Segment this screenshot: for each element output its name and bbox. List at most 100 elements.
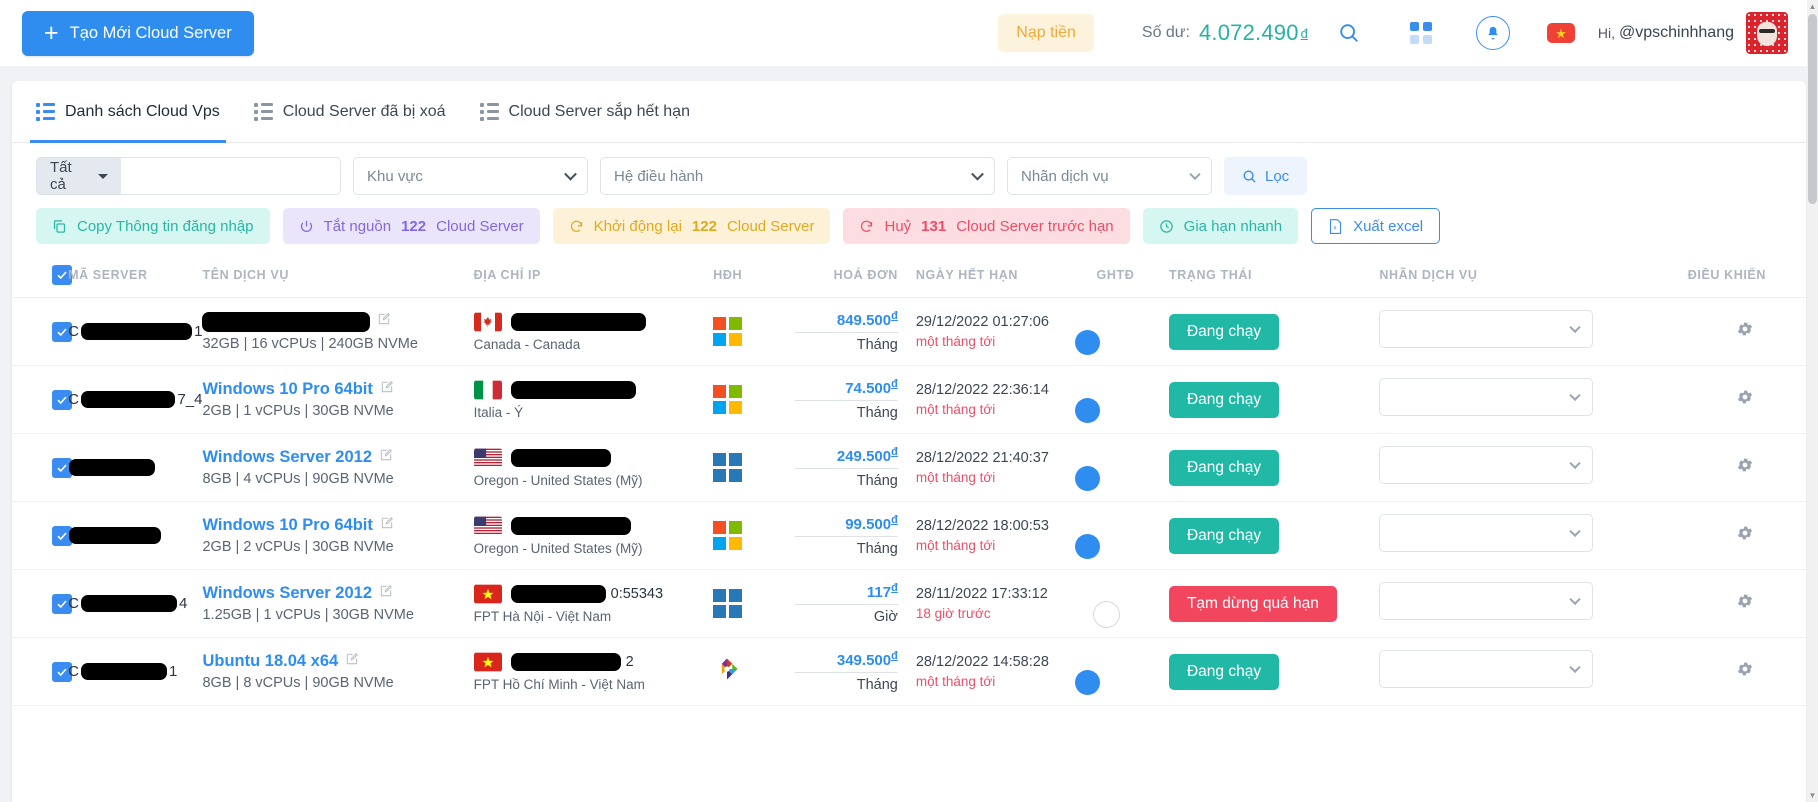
restart-button[interactable]: Khởi động lại 122 Cloud Server	[552, 208, 831, 244]
ip-location: Italia - Ý	[473, 404, 524, 420]
row-service-tag-select[interactable]	[1379, 446, 1594, 484]
row-service-tag-select[interactable]	[1379, 378, 1594, 416]
search-input[interactable]	[121, 158, 340, 194]
service-name-cell: Windows Server 2012 8GB | 4 vCPUs | 90GB …	[202, 433, 474, 502]
status-badge[interactable]: Đang chạy	[1168, 653, 1280, 690]
gear-icon[interactable]	[1736, 592, 1754, 615]
edit-service-name-icon[interactable]	[345, 652, 359, 671]
invoice-period: Tháng	[856, 337, 898, 353]
action-label: Gia hạn nhanh	[1183, 217, 1283, 235]
invoice-price[interactable]: 849.500đ	[795, 310, 898, 333]
invoice-price[interactable]: 74.500đ	[795, 378, 898, 401]
status-badge[interactable]: Tạm dừng quá hạn	[1168, 585, 1337, 622]
filter-button[interactable]: Lọc	[1224, 157, 1308, 195]
quick-renew-button[interactable]: Gia hạn nhanh	[1142, 208, 1299, 244]
server-code-suffix: 4	[178, 595, 188, 612]
invoice-cell: 74.500đ Tháng	[795, 365, 898, 434]
service-tag-cell	[1379, 569, 1678, 638]
copy-login-info-button[interactable]: Copy Thông tin đăng nhập	[36, 208, 270, 244]
invoice-price[interactable]: 249.500đ	[795, 446, 898, 469]
invoice-cell: 99.500đ Tháng	[795, 501, 898, 570]
topup-button[interactable]: Nạp tiền	[998, 14, 1094, 52]
expiry-date: 28/12/2022 21:40:37	[915, 450, 1049, 466]
country-flag-icon	[473, 584, 502, 604]
service-name[interactable]: Windows Server 2012	[202, 584, 372, 602]
chevron-down-icon	[1569, 321, 1581, 334]
edit-service-name-icon[interactable]	[379, 584, 393, 603]
windows-logo-icon	[713, 385, 795, 414]
status-badge[interactable]: Đang chạy	[1168, 449, 1280, 486]
balance-value: 4.072.490	[1198, 20, 1299, 45]
invoice-price[interactable]: 117đ	[795, 582, 898, 605]
region-select[interactable]: Khu vực	[353, 157, 588, 195]
tab-deleted-cloud-servers[interactable]: Cloud Server đã bị xoá	[253, 81, 446, 143]
table-row[interactable]: C 1 32GB | 16 vCPUs | 240GB NVMe Canada - C…	[12, 297, 1806, 366]
redacted-text	[80, 595, 177, 612]
search-scope-label: Tất cả	[50, 159, 72, 193]
edit-service-name-icon[interactable]	[380, 380, 394, 399]
controls-cell	[1677, 433, 1806, 502]
invoice-period: Tháng	[856, 541, 898, 557]
tab-cloud-vps-list[interactable]: Danh sách Cloud Vps	[30, 81, 226, 143]
ip-address-cell: 0:55343 FPT Hà Nội - Việt Nam	[473, 569, 714, 638]
user-avatar[interactable]	[1746, 12, 1788, 54]
cancel-button[interactable]: Huỷ 131 Cloud Server trước hạn	[843, 208, 1130, 244]
row-service-tag-select[interactable]	[1379, 514, 1594, 552]
invoice-cell: 117đ Giờ	[795, 569, 898, 638]
scroll-down-arrow[interactable]: ▼	[1808, 791, 1817, 800]
search-icon[interactable]	[1326, 10, 1372, 56]
status-badge[interactable]: Đang chạy	[1168, 313, 1280, 350]
server-code-cell: C4	[68, 569, 203, 638]
edit-service-name-icon[interactable]	[377, 312, 391, 331]
search-scope-dropdown[interactable]: Tất cả	[37, 158, 121, 194]
invoice-price[interactable]: 99.500đ	[795, 514, 898, 537]
service-tag-cell	[1379, 637, 1678, 706]
service-tag-cell	[1379, 365, 1678, 434]
create-cloud-server-button[interactable]: + Tạo Mới Cloud Server	[22, 10, 254, 56]
service-name[interactable]: Windows 10 Pro 64bit	[202, 516, 372, 534]
row-select-cell	[12, 365, 72, 434]
filter-bar: Tất cả Khu vực Hệ điều hành Nhãn dịch vụ	[12, 143, 1806, 195]
scroll-up-arrow[interactable]: ▲	[1808, 2, 1817, 11]
grid-apps-icon[interactable]	[1398, 10, 1444, 56]
gear-icon[interactable]	[1736, 524, 1754, 547]
export-excel-button[interactable]: x Xuất excel	[1311, 208, 1441, 244]
os-cell	[713, 637, 795, 706]
table-row[interactable]: Windows 10 Pro 64bit 2GB | 2 vCPUs | 30GB…	[12, 501, 1806, 570]
table-row[interactable]: C 4 Windows Server 2012 1.25GB | 1 vCPUs | …	[12, 569, 1806, 638]
status-badge[interactable]: Đang chạy	[1168, 517, 1280, 554]
row-service-tag-select[interactable]	[1379, 582, 1594, 620]
tab-expiring-cloud-servers[interactable]: Cloud Server sắp hết hạn	[479, 81, 690, 143]
table-row[interactable]: Windows Server 2012 8GB | 4 vCPUs | 90GB …	[12, 433, 1806, 502]
status-badge[interactable]: Đang chạy	[1168, 381, 1280, 418]
gear-icon[interactable]	[1736, 388, 1754, 411]
power-off-button[interactable]: Tắt nguồn 122 Cloud Server	[282, 208, 540, 244]
notification-bell-icon[interactable]	[1470, 10, 1516, 56]
row-service-tag-select[interactable]	[1379, 310, 1594, 348]
server-code: C1	[68, 663, 202, 680]
gear-icon[interactable]	[1736, 320, 1754, 343]
table-row[interactable]: C 1 Ubuntu 18.04 x64 8GB | 8 vCPUs | 90GB N…	[12, 637, 1806, 706]
gear-icon[interactable]	[1736, 456, 1754, 479]
service-tag-select[interactable]: Nhãn dịch vụ	[1007, 157, 1212, 195]
list-icon	[253, 102, 273, 121]
filter-button-label: Lọc	[1265, 167, 1290, 185]
scrollbar-thumb[interactable]	[1808, 14, 1817, 204]
edit-service-name-icon[interactable]	[380, 516, 394, 535]
os-select[interactable]: Hệ điều hành	[600, 157, 995, 195]
gear-icon[interactable]	[1736, 660, 1754, 683]
clock-icon	[1159, 219, 1173, 233]
invoice-price[interactable]: 349.500đ	[795, 650, 898, 673]
column-header-server-code: MÃ SERVER	[68, 257, 203, 298]
service-name[interactable]: Ubuntu 18.04 x64	[202, 652, 338, 670]
service-name[interactable]: Windows Server 2012	[202, 448, 372, 466]
service-name[interactable]: Windows 10 Pro 64bit	[202, 380, 372, 398]
country-flag-icon	[473, 380, 502, 400]
vietnam-flag-icon[interactable]: ★	[1538, 10, 1584, 56]
username-label[interactable]: @vpschinhhang	[1619, 24, 1734, 42]
page-scrollbar[interactable]: ▲ ▼	[1807, 0, 1818, 802]
service-spec: 1.25GB | 1 vCPUs | 30GB NVMe	[202, 607, 414, 623]
row-service-tag-select[interactable]	[1379, 650, 1594, 688]
edit-service-name-icon[interactable]	[379, 448, 393, 467]
table-row[interactable]: C 7_4 Windows 10 Pro 64bit 2GB | 1 vCPUs | …	[12, 365, 1806, 434]
